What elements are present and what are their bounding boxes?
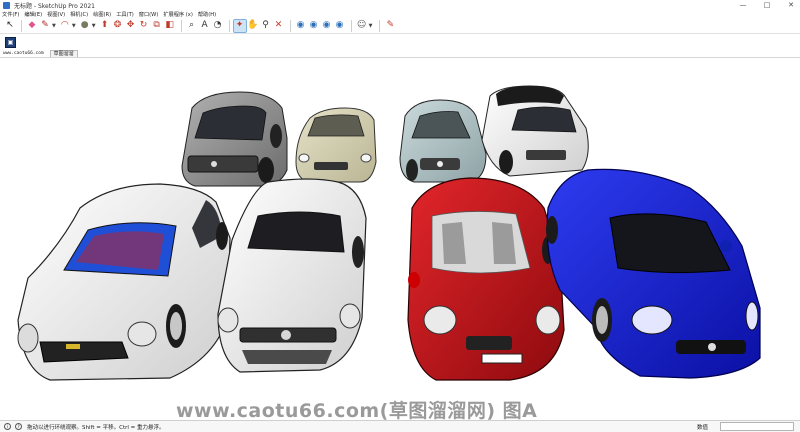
status-bar: i ? 拖动以进行环绕观察。Shift = 平移。Ctrl = 重力悬浮。 数值 — [0, 420, 800, 432]
red-hatchback-model[interactable] — [407, 177, 565, 381]
window-title: 无标题 - SketchUp Pro 2021 — [14, 2, 95, 10]
white-suv-model[interactable] — [481, 85, 589, 177]
menu-view[interactable]: 视图(V) — [47, 11, 65, 18]
chevron-down-icon[interactable]: ▼ — [72, 23, 76, 29]
window-controls: — □ ✕ — [738, 0, 796, 10]
close-button[interactable]: ✕ — [786, 1, 796, 9]
rotate-tool-button[interactable]: ↻ — [138, 20, 150, 32]
status-hint: 拖动以进行环绕观察。Shift = 平移。Ctrl = 重力悬浮。 — [27, 424, 165, 431]
tab-scene[interactable]: 草图溜溜 — [49, 50, 78, 57]
chevron-down-icon[interactable]: ▼ — [92, 23, 96, 29]
menu-file[interactable]: 文件(F) — [2, 11, 19, 18]
zoom-tool-button[interactable]: ⚲ — [260, 20, 272, 32]
measurements-input[interactable] — [720, 422, 794, 431]
title-bar: 无标题 - SketchUp Pro 2021 — □ ✕ — [0, 0, 800, 10]
move-icon: ✥ — [126, 20, 135, 30]
menu-tools[interactable]: 工具(T) — [116, 11, 134, 18]
pencil-tool-button[interactable]: ✎ — [39, 20, 51, 32]
blue-hatchback-model[interactable] — [546, 168, 761, 379]
user-icon: ☺ — [356, 20, 367, 30]
chevron-down-icon[interactable]: ▼ — [369, 23, 373, 29]
plugin-button[interactable]: ▣ — [5, 36, 16, 48]
menu-draw[interactable]: 绘图(R) — [93, 11, 111, 18]
orbit-icon: ✦ — [235, 20, 244, 30]
notepad-icon: ✎ — [386, 20, 395, 30]
shape-icon: ● — [80, 20, 89, 30]
zoom-extents-icon: ✕ — [274, 20, 283, 30]
menu-extensions[interactable]: 扩展程序 (x) — [163, 11, 193, 18]
pan-tool-button[interactable]: ✋ — [247, 20, 259, 32]
menu-bar: 文件(F) 编辑(E) 视图(V) 相机(C) 绘图(R) 工具(T) 窗口(W… — [0, 10, 800, 18]
extension-warehouse-button[interactable]: ◉ — [308, 20, 320, 32]
scene-tab-bar: www.caotu66.com 草图溜溜 — [0, 50, 800, 58]
menu-camera[interactable]: 相机(C) — [70, 11, 88, 18]
toolbar-divider — [21, 19, 22, 32]
select-icon: ↖ — [6, 20, 14, 30]
menu-edit[interactable]: 编辑(E) — [24, 11, 42, 18]
select-tool-button[interactable]: ↖ — [4, 20, 16, 32]
status-info-icon[interactable]: i — [4, 423, 11, 430]
menu-help[interactable]: 帮助(H) — [198, 11, 216, 18]
cream-coupe-model[interactable] — [295, 107, 377, 183]
tape-measure-tool-button[interactable]: ⌕ — [186, 20, 198, 32]
white-sedan-model[interactable] — [17, 183, 231, 381]
account-button[interactable]: ☺ — [356, 20, 368, 32]
status-help-icon[interactable]: ? — [15, 423, 22, 430]
protractor-tool-button[interactable]: ◔ — [212, 20, 224, 32]
site-tag: www.caotu66.com — [3, 51, 44, 56]
move-tool-button[interactable]: ✥ — [125, 20, 137, 32]
orbit-tool-button[interactable]: ✦ — [232, 18, 247, 33]
rotate-icon: ↻ — [139, 20, 148, 30]
minimize-button[interactable]: — — [738, 1, 748, 9]
zoom-extents-tool-button[interactable]: ✕ — [273, 20, 285, 32]
shape-tool-button[interactable]: ● — [79, 20, 91, 32]
toolbar-divider — [289, 19, 291, 32]
push-pull-tool-button[interactable]: ⬆ — [99, 20, 111, 32]
sketchup-logo-icon — [3, 1, 10, 9]
share-icon: ◉ — [322, 20, 331, 30]
silver-blue-hatchback-model[interactable] — [399, 99, 487, 183]
menu-window[interactable]: 窗口(W) — [139, 11, 159, 18]
3d-warehouse-button[interactable]: ◉ — [295, 20, 307, 32]
magnifier-icon: ⚲ — [262, 20, 269, 30]
main-toolbar: ↖ ◆ ✎ ▼ ◠ ▼ ● ▼ ⬆ ❂ ✥ ↻ ⧉ ◧ ⌕ A ◔ ✦ ✋ ⚲ … — [0, 18, 800, 34]
arc-icon: ◠ — [60, 20, 69, 30]
dimension-tool-button[interactable]: A — [199, 20, 211, 32]
offset-tool-button[interactable]: ◧ — [164, 20, 176, 32]
eraser-icon: ◆ — [28, 20, 36, 30]
eraser-tool-button[interactable]: ◆ — [26, 20, 38, 32]
dimension-icon: A — [201, 20, 208, 30]
car-models-render — [17, 85, 761, 381]
toolbar-divider — [379, 19, 381, 32]
maximize-button[interactable]: □ — [762, 1, 772, 9]
extension-icon: ◉ — [309, 20, 318, 30]
scale-icon: ⧉ — [153, 20, 160, 30]
toolbar-divider — [350, 19, 352, 32]
model-viewport[interactable] — [0, 58, 800, 420]
grey-hatchback-model[interactable] — [181, 91, 288, 187]
toolbar-divider — [228, 19, 230, 32]
follow-me-tool-button[interactable]: ❂ — [112, 20, 124, 32]
warehouse-icon: ◉ — [296, 20, 305, 30]
arc-tool-button[interactable]: ◠ — [59, 20, 71, 32]
white-vw-sedan-model[interactable] — [217, 178, 367, 373]
layout-button[interactable]: ◉ — [334, 20, 346, 32]
measurements-label: 数值 — [697, 425, 709, 431]
hand-icon: ✋ — [246, 20, 259, 30]
tape-measure-icon: ⌕ — [189, 20, 195, 30]
push-pull-icon: ⬆ — [100, 20, 109, 30]
offset-icon: ◧ — [165, 20, 174, 30]
toolbar-divider — [180, 19, 182, 32]
notes-button[interactable]: ✎ — [384, 20, 396, 32]
pencil-icon: ✎ — [41, 20, 49, 30]
layout-icon: ◉ — [335, 20, 344, 30]
share-model-button[interactable]: ◉ — [321, 20, 333, 32]
scale-tool-button[interactable]: ⧉ — [151, 20, 163, 32]
secondary-toolbar: ▣ — [0, 34, 800, 50]
protractor-icon: ◔ — [213, 20, 222, 30]
chevron-down-icon[interactable]: ▼ — [52, 23, 56, 29]
plugin-icon: ▣ — [7, 38, 14, 46]
follow-me-icon: ❂ — [113, 20, 122, 30]
watermark-text: www.caotu66.com(草图溜溜网) 图A — [176, 400, 538, 422]
